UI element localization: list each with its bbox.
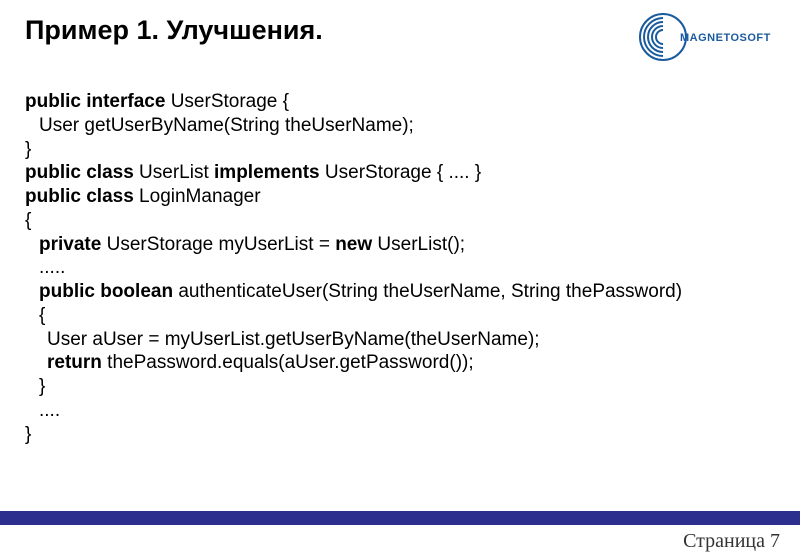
slide-header: Пример 1. Улучшения. MAGNETOSOFT (0, 0, 800, 90)
svg-text:MAGNETOSOFT: MAGNETOSOFT (680, 32, 771, 44)
code-line: public boolean authenticateUser(String t… (25, 280, 775, 304)
code-line: User aUser = myUserList.getUserByName(th… (25, 328, 775, 352)
magnetosoft-logo-icon: MAGNETOSOFT (635, 10, 775, 65)
page-number: Страница 7 (683, 530, 780, 553)
code-line: { (25, 209, 775, 233)
code-line: public interface UserStorage { (25, 90, 775, 114)
code-line: ..... (25, 256, 775, 280)
code-line: .... (25, 399, 775, 423)
code-line: private UserStorage myUserList = new Use… (25, 233, 775, 257)
code-line: } (25, 423, 775, 447)
code-line: public class UserList implements UserSto… (25, 161, 775, 185)
code-line: } (25, 138, 775, 162)
code-line: User getUserByName(String theUserName); (25, 114, 775, 138)
code-line: return thePassword.equals(aUser.getPassw… (25, 351, 775, 375)
code-line: { (25, 304, 775, 328)
logo: MAGNETOSOFT (635, 10, 775, 65)
footer-bar (0, 511, 800, 525)
code-line: public class LoginManager (25, 185, 775, 209)
slide-title: Пример 1. Улучшения. (25, 15, 323, 46)
code-block: public interface UserStorage { User getU… (0, 90, 800, 446)
code-line: } (25, 375, 775, 399)
